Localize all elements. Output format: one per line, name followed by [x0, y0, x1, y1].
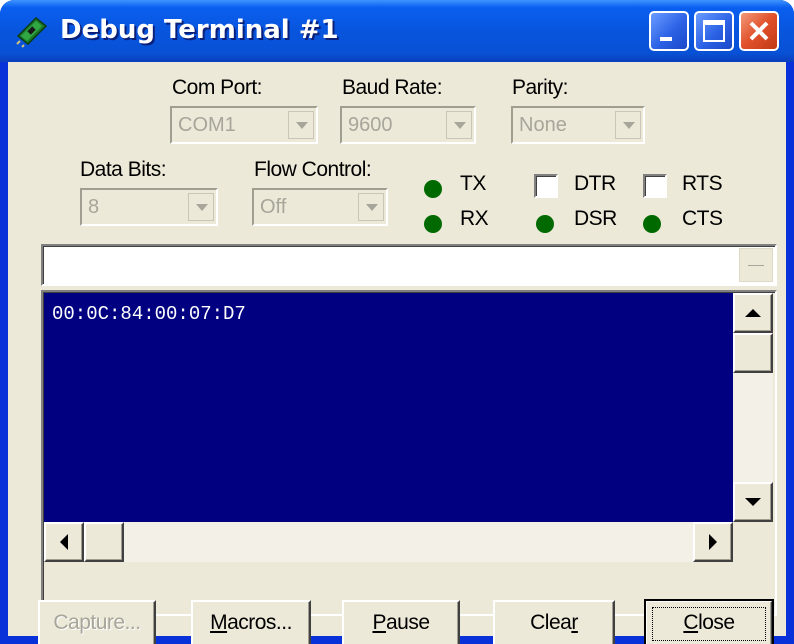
input-spin-button[interactable] [739, 248, 773, 282]
minimize-icon [660, 37, 672, 41]
chevron-down-icon [623, 122, 635, 129]
parity-dropdown-button[interactable] [615, 111, 641, 139]
com-port-value: COM1 [178, 114, 236, 136]
scroll-left-button[interactable] [44, 522, 84, 562]
macros-button[interactable]: Macros... [191, 600, 311, 644]
horizontal-scrollbar[interactable] [44, 522, 733, 562]
chevron-down-icon [366, 204, 378, 211]
receive-text: 00:0C:84:00:07:D7 [52, 303, 246, 325]
close-icon [749, 21, 769, 41]
pause-button[interactable]: Pause [342, 600, 460, 644]
scrollbar-corner [733, 522, 773, 562]
close-window-button[interactable] [739, 11, 779, 51]
rx-led-indicator [424, 215, 442, 233]
maximize-button[interactable] [694, 11, 734, 51]
dialog-body: Com Port: COM1 Baud Rate: 9600 Parity: N… [8, 62, 786, 644]
pause-button-label: ause [385, 611, 430, 634]
rts-checkbox[interactable] [643, 174, 667, 198]
rts-label: RTS [682, 172, 723, 195]
com-port-select[interactable]: COM1 [170, 106, 318, 144]
clear-button[interactable]: Clear [493, 600, 615, 644]
close-button[interactable]: Close [644, 599, 774, 644]
receive-area[interactable]: 00:0C:84:00:07:D7 [44, 293, 733, 522]
scroll-right-button[interactable] [693, 522, 733, 562]
minimize-button[interactable] [649, 11, 689, 51]
pause-button-mnemonic: P [372, 611, 386, 634]
com-port-label: Com Port: [172, 76, 263, 99]
dtr-checkbox[interactable] [534, 174, 558, 198]
chevron-down-icon [454, 122, 466, 129]
arrow-down-icon [745, 498, 761, 506]
clear-button-label: Clea [530, 611, 572, 634]
debug-terminal-window: Debug Terminal #1 Com Port: COM1 Baud Ra… [0, 0, 794, 644]
cts-led-indicator [643, 215, 661, 233]
clear-button-mnemonic: r [571, 611, 578, 634]
baud-rate-label: Baud Rate: [342, 76, 443, 99]
parity-label: Parity: [512, 76, 569, 99]
tx-led-indicator [424, 180, 442, 198]
maximize-icon [703, 20, 725, 42]
rx-label: RX [460, 207, 489, 230]
circuit-board-icon [16, 16, 48, 48]
data-bits-label: Data Bits: [80, 158, 167, 181]
dtr-label: DTR [574, 172, 616, 195]
scroll-up-button[interactable] [733, 293, 773, 333]
arrow-left-icon [60, 534, 68, 550]
tx-label: TX [460, 172, 486, 195]
baud-rate-dropdown-button[interactable] [446, 111, 472, 139]
macros-button-mnemonic: M [210, 611, 228, 634]
flow-control-value: Off [260, 196, 287, 218]
focus-rectangle [652, 607, 766, 641]
chevron-down-icon [296, 122, 308, 129]
vertical-scroll-thumb[interactable] [733, 333, 773, 373]
cts-label: CTS [682, 207, 723, 230]
dsr-label: DSR [574, 207, 617, 230]
vertical-scrollbar[interactable] [733, 293, 773, 522]
com-port-dropdown-button[interactable] [288, 111, 314, 139]
dsr-led-indicator [536, 215, 554, 233]
window-title: Debug Terminal #1 [60, 15, 339, 45]
parity-value: None [519, 114, 567, 136]
horizontal-scroll-thumb[interactable] [84, 522, 124, 562]
parity-select[interactable]: None [511, 106, 645, 144]
title-bar[interactable]: Debug Terminal #1 [0, 0, 794, 62]
flow-control-select[interactable]: Off [252, 188, 388, 226]
data-bits-dropdown-button[interactable] [188, 193, 214, 221]
arrow-right-icon [709, 534, 717, 550]
data-bits-select[interactable]: 8 [80, 188, 218, 226]
scroll-down-button[interactable] [733, 482, 773, 522]
arrow-up-icon [745, 309, 761, 317]
transmit-input[interactable] [41, 244, 777, 286]
baud-rate-value: 9600 [348, 114, 393, 136]
baud-rate-select[interactable]: 9600 [340, 106, 476, 144]
terminal-output-panel: 00:0C:84:00:07:D7 [41, 290, 777, 616]
chevron-down-icon [196, 204, 208, 211]
capture-button[interactable]: Capture... [38, 600, 156, 644]
flow-control-dropdown-button[interactable] [358, 193, 384, 221]
data-bits-value: 8 [88, 196, 100, 218]
flow-control-label: Flow Control: [254, 158, 372, 181]
capture-button-label: Capture... [53, 611, 141, 634]
macros-button-label: acros... [227, 611, 292, 634]
